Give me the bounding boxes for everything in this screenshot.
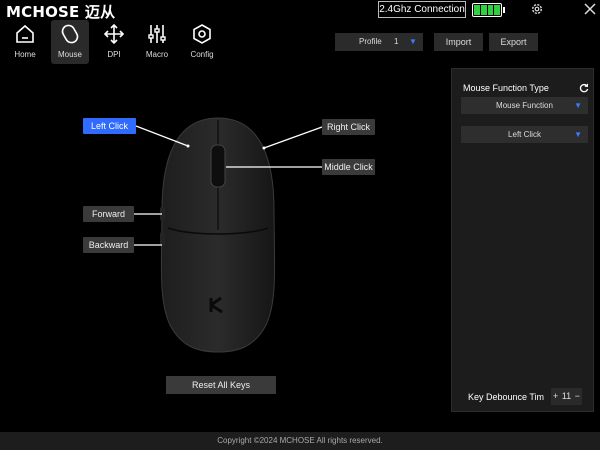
forward-label[interactable]: Forward xyxy=(83,206,134,222)
mouse-illustration xyxy=(134,117,323,353)
battery-nub xyxy=(503,7,505,13)
reset-all-keys-button[interactable]: Reset All Keys xyxy=(166,376,276,394)
decrement-button[interactable]: − xyxy=(575,388,580,405)
function-type-dropdown[interactable]: Mouse Function ▼ xyxy=(461,97,588,114)
app-window: MCHOSE 迈从 2.4Ghz Connection Home Mouse D… xyxy=(0,0,600,450)
export-button[interactable]: Export xyxy=(489,33,538,51)
panel-title: Mouse Function Type xyxy=(463,83,549,93)
right-click-label[interactable]: Right Click xyxy=(322,119,375,135)
caret-down-icon: ▼ xyxy=(574,130,582,139)
footer-copyright: Copyright ©2024 MCHOSE All rights reserv… xyxy=(0,432,600,450)
battery-cell xyxy=(480,5,487,15)
battery-cell xyxy=(494,5,500,15)
battery-cell xyxy=(474,5,480,15)
battery-cell xyxy=(487,5,494,15)
function-value: Left Click xyxy=(508,130,541,139)
debounce-stepper: + 11 − xyxy=(551,388,582,405)
function-value-dropdown[interactable]: Left Click ▼ xyxy=(461,126,588,143)
caret-down-icon: ▼ xyxy=(574,101,582,110)
middle-click-label[interactable]: Middle Click xyxy=(322,159,375,175)
close-icon[interactable] xyxy=(583,2,597,16)
left-click-label[interactable]: Left Click xyxy=(83,118,136,134)
gear-icon[interactable] xyxy=(530,2,544,16)
backward-label[interactable]: Backward xyxy=(83,237,134,253)
function-panel: Mouse Function Type Mouse Function ▼ Lef… xyxy=(451,68,594,412)
function-type-value: Mouse Function xyxy=(496,101,553,110)
increment-button[interactable]: + xyxy=(553,388,558,405)
debounce-label: Key Debounce Tim xyxy=(468,392,545,402)
battery-indicator xyxy=(472,3,505,17)
debounce-value[interactable]: 11 xyxy=(562,388,571,405)
refresh-icon[interactable] xyxy=(579,83,589,93)
